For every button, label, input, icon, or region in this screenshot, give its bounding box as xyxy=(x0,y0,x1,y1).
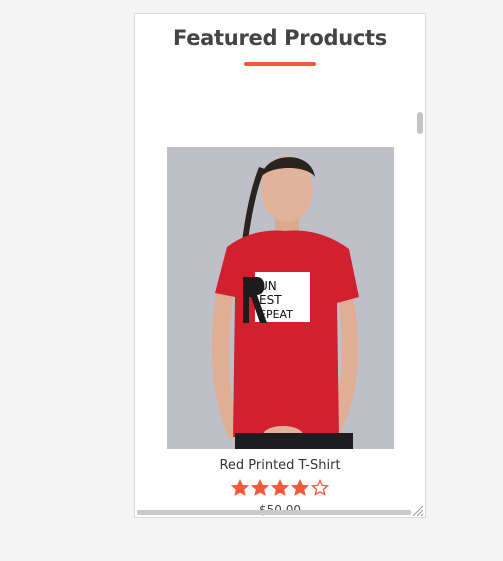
star-filled-icon xyxy=(291,479,309,496)
star-empty-icon xyxy=(311,479,329,496)
product-image[interactable]: UN EST EPEAT xyxy=(167,147,394,449)
star-filled-icon xyxy=(271,479,289,496)
featured-products-card: Featured Products UN EST EPEAT Red Print… xyxy=(134,13,426,518)
vertical-scrollbar-thumb[interactable] xyxy=(417,112,423,134)
resize-grip-icon[interactable] xyxy=(411,504,424,517)
product-name[interactable]: Red Printed T-Shirt xyxy=(135,458,425,473)
star-filled-icon xyxy=(251,479,269,496)
product-photo-illustration: UN EST EPEAT xyxy=(167,147,394,449)
title-underline xyxy=(244,62,316,66)
horizontal-scrollbar[interactable] xyxy=(137,510,411,515)
svg-text:EST: EST xyxy=(259,293,282,307)
star-filled-icon xyxy=(231,479,249,496)
section-title: Featured Products xyxy=(173,26,387,50)
product-rating xyxy=(231,479,331,499)
